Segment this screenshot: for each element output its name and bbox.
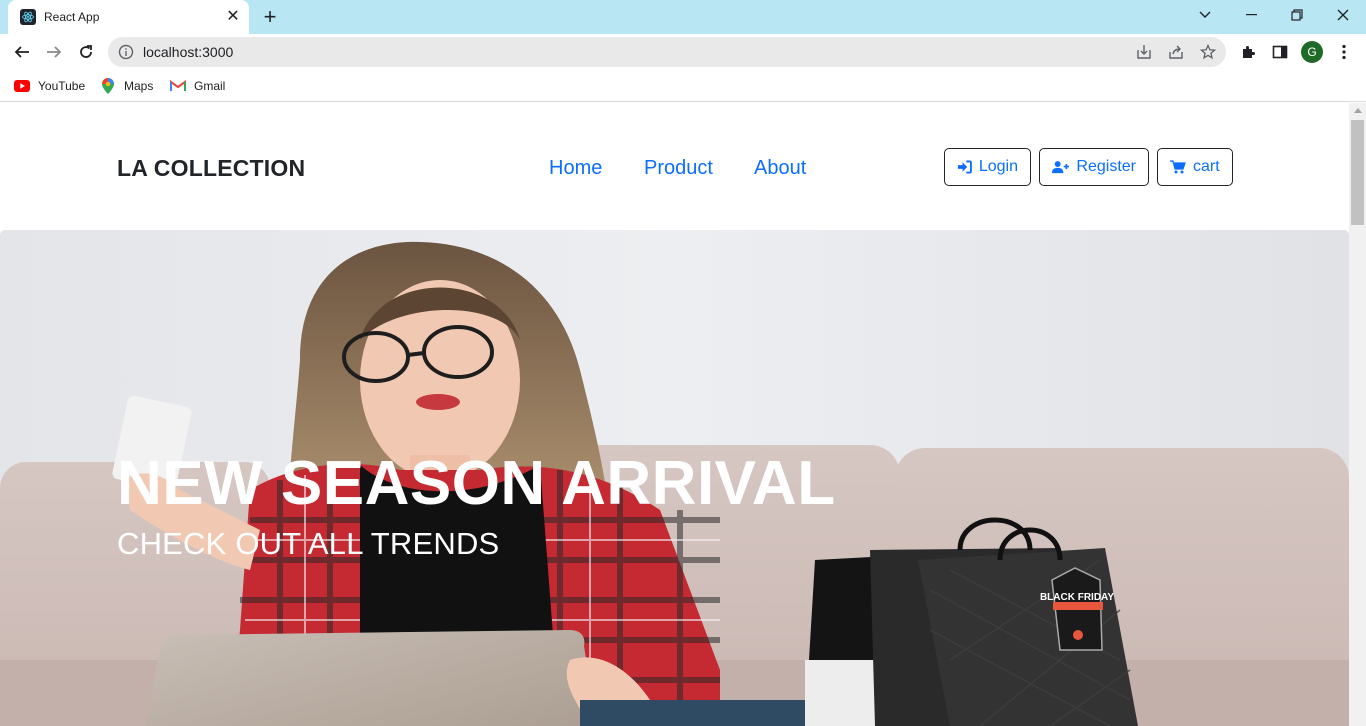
forward-arrow-icon[interactable] bbox=[40, 38, 68, 66]
tab-strip: React App ✕ + bbox=[0, 0, 1366, 34]
register-button[interactable]: Register bbox=[1039, 148, 1149, 186]
site-navbar: LA COLLECTION Home Product About Login R… bbox=[0, 103, 1349, 230]
bookmark-gmail[interactable]: Gmail bbox=[170, 77, 225, 95]
user-plus-icon bbox=[1052, 161, 1069, 174]
browser-toolbar: localhost:3000 G bbox=[0, 34, 1366, 70]
nav-link-home[interactable]: Home bbox=[549, 157, 602, 180]
hero-title: NEW SEASON ARRIVAL bbox=[117, 449, 836, 518]
address-bar[interactable]: localhost:3000 bbox=[108, 37, 1226, 67]
tab-search-icon[interactable] bbox=[1182, 0, 1228, 30]
close-window-icon[interactable] bbox=[1320, 0, 1366, 30]
site-info-icon[interactable] bbox=[118, 44, 134, 60]
url-text: localhost:3000 bbox=[143, 44, 234, 60]
svg-text:BLACK FRIDAY: BLACK FRIDAY bbox=[1040, 592, 1114, 603]
scroll-thumb[interactable] bbox=[1351, 120, 1364, 225]
share-icon[interactable] bbox=[1166, 42, 1186, 62]
tab-close-icon[interactable]: ✕ bbox=[224, 8, 242, 26]
profile-avatar[interactable]: G bbox=[1301, 41, 1323, 63]
login-button[interactable]: Login bbox=[944, 148, 1031, 186]
bookmark-label: Maps bbox=[124, 79, 154, 93]
side-panel-icon[interactable] bbox=[1268, 40, 1292, 64]
restore-icon[interactable] bbox=[1274, 0, 1320, 30]
bookmark-youtube[interactable]: YouTube bbox=[14, 77, 85, 95]
bookmark-star-icon[interactable] bbox=[1198, 42, 1218, 62]
brand-logo[interactable]: LA COLLECTION bbox=[117, 155, 305, 182]
maps-icon bbox=[100, 78, 116, 94]
tab-title: React App bbox=[44, 10, 100, 24]
cart-button[interactable]: cart bbox=[1157, 148, 1233, 186]
browser-tab[interactable]: React App ✕ bbox=[8, 0, 249, 34]
sign-in-icon bbox=[957, 160, 972, 174]
bookmark-maps[interactable]: Maps bbox=[100, 77, 153, 95]
install-app-icon[interactable] bbox=[1134, 42, 1154, 62]
menu-kebab-icon[interactable] bbox=[1332, 40, 1356, 64]
nav-link-about[interactable]: About bbox=[754, 157, 806, 180]
hero-subtitle: CHECK OUT ALL TRENDS bbox=[117, 526, 500, 561]
back-arrow-icon[interactable] bbox=[8, 38, 36, 66]
bookmarks-bar: YouTube Maps Gmail bbox=[0, 70, 1366, 102]
shopping-cart-icon bbox=[1170, 160, 1186, 174]
scroll-up-arrow-icon[interactable] bbox=[1354, 108, 1362, 113]
cart-label: cart bbox=[1193, 158, 1220, 175]
register-label: Register bbox=[1076, 158, 1136, 175]
youtube-icon bbox=[14, 78, 30, 94]
bookmark-label: YouTube bbox=[38, 79, 86, 93]
gmail-icon bbox=[170, 78, 186, 94]
hero-banner: BLACK FRIDAY NEW SEASON ARRIVAL CHECK OU… bbox=[0, 230, 1349, 726]
nav-link-product[interactable]: Product bbox=[644, 157, 713, 180]
extensions-puzzle-icon[interactable] bbox=[1236, 40, 1260, 64]
reload-icon[interactable] bbox=[72, 38, 100, 66]
login-label: Login bbox=[978, 158, 1018, 175]
page-viewport: LA COLLECTION Home Product About Login R… bbox=[0, 103, 1349, 726]
bookmark-label: Gmail bbox=[194, 79, 226, 93]
minimize-icon[interactable] bbox=[1228, 0, 1274, 30]
new-tab-icon[interactable]: + bbox=[259, 6, 281, 28]
react-favicon-icon bbox=[20, 9, 36, 25]
page-scrollbar[interactable] bbox=[1349, 103, 1366, 726]
